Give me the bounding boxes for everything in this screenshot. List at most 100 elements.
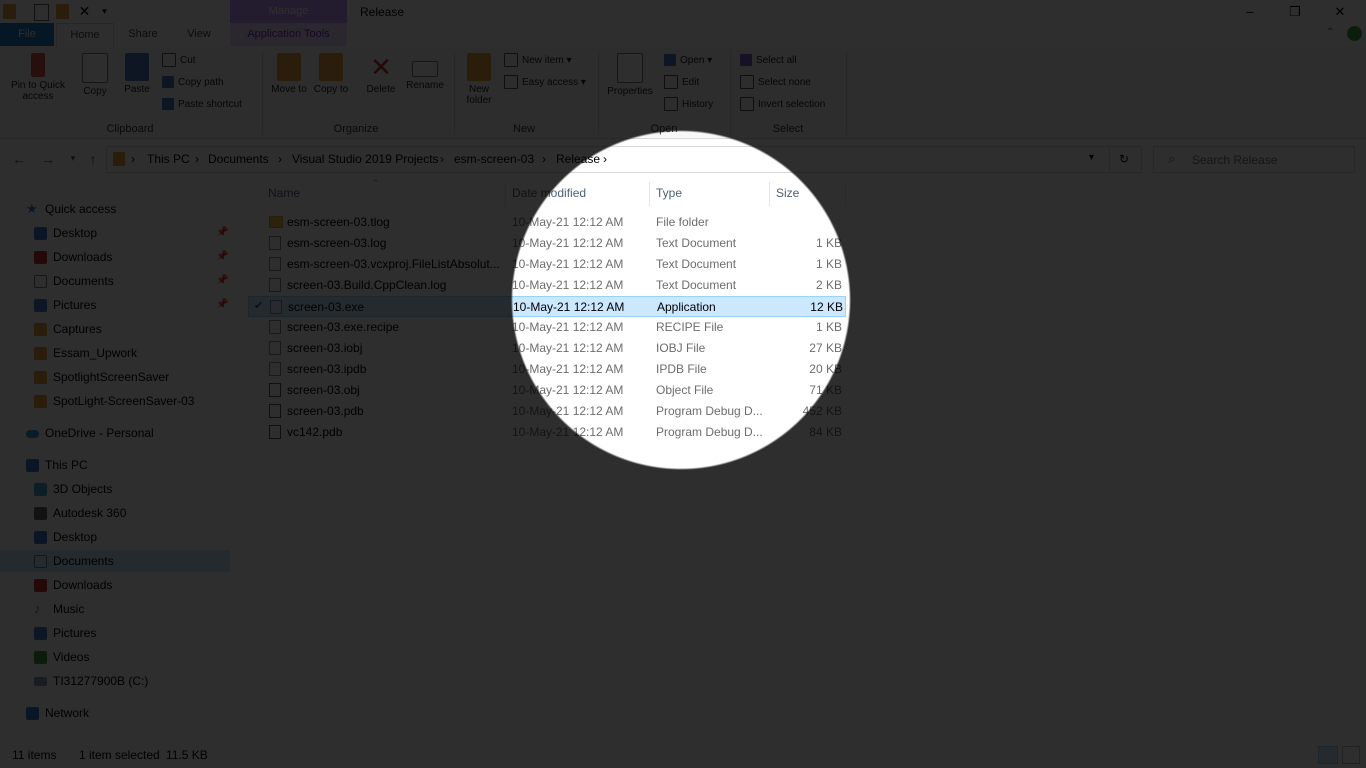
- tab-application-tools[interactable]: Application Tools: [230, 23, 347, 46]
- rename-button[interactable]: Rename: [402, 51, 448, 91]
- nav-quick-access[interactable]: ★ Quick access: [0, 198, 230, 220]
- tab-file[interactable]: File: [0, 23, 54, 46]
- nav-spotlight-screensaver[interactable]: SpotlightScreenSaver: [0, 366, 230, 388]
- list-item[interactable]: esm-screen-03.tlog 10-May-21 12:12 AM Fi…: [248, 212, 846, 233]
- list-item[interactable]: screen-03.ipdb 10-May-21 12:12 AM IPDB F…: [248, 359, 846, 380]
- new-folder-icon[interactable]: [56, 4, 69, 19]
- copy-path-icon: [162, 76, 174, 89]
- customize-qat-icon[interactable]: ▾: [98, 4, 111, 19]
- list-item[interactable]: esm-screen-03.vcxproj.FileListAbsolut...…: [248, 254, 846, 275]
- refresh-icon[interactable]: ↻: [1119, 152, 1129, 166]
- column-size[interactable]: Size: [776, 186, 799, 200]
- copy-to-button[interactable]: Copy to: [308, 51, 354, 95]
- nav-pictures[interactable]: Pictures 📌: [0, 294, 230, 316]
- nav-desktop[interactable]: Desktop 📌: [0, 222, 230, 244]
- close-icon[interactable]: ✕: [78, 4, 91, 19]
- nav-network[interactable]: Network: [0, 702, 230, 724]
- paste-button[interactable]: Paste: [114, 51, 160, 95]
- file-type: Program Debug D...: [656, 425, 763, 439]
- forward-icon[interactable]: →: [39, 151, 57, 167]
- new-folder-button[interactable]: New folder: [456, 51, 502, 106]
- list-item[interactable]: screen-03.exe.recipe 10-May-21 12:12 AM …: [248, 317, 846, 338]
- list-item[interactable]: screen-03.iobj 10-May-21 12:12 AM IOBJ F…: [248, 338, 846, 359]
- list-item[interactable]: vc142.pdb 10-May-21 12:12 AM Program Deb…: [248, 422, 846, 443]
- delete-button[interactable]: ✕ Delete: [358, 51, 404, 95]
- easy-access-button[interactable]: Easy access ▾: [504, 75, 586, 91]
- search-input[interactable]: Search Release: [1192, 153, 1277, 167]
- minimize-button[interactable]: –: [1230, 2, 1270, 22]
- nav-3d-objects[interactable]: 3D Objects: [0, 478, 230, 500]
- cube-icon: [34, 483, 47, 496]
- nav-captures[interactable]: Captures: [0, 318, 230, 340]
- list-item[interactable]: screen-03.Build.CppClean.log 10-May-21 1…: [248, 275, 846, 296]
- up-icon[interactable]: ↑: [84, 151, 102, 167]
- paste-icon: [125, 53, 149, 81]
- nav-videos[interactable]: Videos: [0, 646, 230, 668]
- copy-path-button[interactable]: Copy path: [162, 75, 224, 91]
- nav-pc-desktop[interactable]: Desktop: [0, 526, 230, 548]
- nav-onedrive[interactable]: OneDrive - Personal: [0, 422, 230, 444]
- pdb-file-icon: [269, 425, 281, 439]
- nav-downloads[interactable]: Downloads 📌: [0, 246, 230, 268]
- nav-spotlight-screensaver-03[interactable]: SpotLight-ScreenSaver-03: [0, 390, 230, 412]
- nav-pc-documents[interactable]: Documents: [0, 550, 230, 572]
- list-item[interactable]: screen-03.obj 10-May-21 12:12 AM Object …: [248, 380, 846, 401]
- status-selected-size: 11.5 KB: [166, 748, 208, 762]
- column-name[interactable]: Name: [268, 186, 300, 200]
- address-bar[interactable]: › This PC › Documents › Visual Studio 20…: [106, 146, 1142, 173]
- list-item-selected[interactable]: ✔ screen-03.exe 10-May-21 12:12 AM Appli…: [248, 296, 846, 317]
- collapse-ribbon-icon[interactable]: ⌃: [1326, 27, 1334, 38]
- properties-icon[interactable]: [34, 4, 49, 21]
- nav-autodesk-360[interactable]: Autodesk 360: [0, 502, 230, 524]
- back-icon[interactable]: ←: [10, 151, 28, 167]
- nav-pc-downloads[interactable]: Downloads: [0, 574, 230, 596]
- nav-pc-pictures[interactable]: Pictures: [0, 622, 230, 644]
- large-icons-view-icon[interactable]: [1342, 746, 1360, 764]
- breadcrumb-release[interactable]: Release: [556, 152, 600, 166]
- breadcrumb-documents[interactable]: Documents: [208, 152, 269, 166]
- file-type: Application: [657, 300, 716, 314]
- select-none-button[interactable]: Select none: [740, 75, 811, 91]
- nav-essam-upwork[interactable]: Essam_Upwork: [0, 342, 230, 364]
- breadcrumb-vs-projects[interactable]: Visual Studio 2019 Projects: [292, 152, 439, 166]
- nav-documents[interactable]: Documents 📌: [0, 270, 230, 292]
- list-item[interactable]: esm-screen-03.log 10-May-21 12:12 AM Tex…: [248, 233, 846, 254]
- tab-share[interactable]: Share: [118, 23, 168, 46]
- nav-music[interactable]: ♪ Music: [0, 598, 230, 620]
- nav-drive-c[interactable]: TI31277900B (C:): [0, 670, 230, 692]
- column-type[interactable]: Type: [656, 186, 682, 200]
- paste-shortcut-button[interactable]: Paste shortcut: [162, 97, 242, 113]
- file-type: Program Debug D...: [656, 404, 763, 418]
- list-item[interactable]: screen-03.pdb 10-May-21 12:12 AM Program…: [248, 401, 846, 422]
- details-view-icon[interactable]: [1318, 746, 1338, 764]
- checkbox-checked-icon[interactable]: ✔: [254, 299, 266, 313]
- column-date-modified[interactable]: Date modified: [512, 186, 586, 200]
- properties-button[interactable]: Properties: [604, 51, 656, 97]
- select-all-button[interactable]: Select all: [740, 53, 797, 69]
- close-window-button[interactable]: ✕: [1320, 2, 1360, 22]
- downloads-icon: [34, 579, 47, 592]
- file-icon: [269, 362, 281, 376]
- recent-locations-icon[interactable]: ▾: [64, 153, 82, 164]
- open-button[interactable]: Open ▾: [664, 53, 712, 69]
- tab-view[interactable]: View: [174, 23, 224, 46]
- help-icon[interactable]: [1347, 26, 1362, 41]
- cut-button[interactable]: Cut: [162, 53, 196, 69]
- copy-button[interactable]: Copy: [72, 51, 118, 97]
- restore-button[interactable]: ❐: [1275, 2, 1315, 22]
- pin-quick-access-button[interactable]: Pin to Quick access: [8, 51, 68, 102]
- move-to-button[interactable]: Move to: [266, 51, 312, 95]
- manage-tab[interactable]: Manage: [230, 0, 347, 23]
- search-box[interactable]: ⌕ Search Release: [1153, 146, 1355, 173]
- edit-button[interactable]: Edit: [664, 75, 699, 91]
- copy-to-icon: [319, 53, 343, 81]
- tab-home[interactable]: Home: [56, 23, 114, 48]
- address-dropdown-icon[interactable]: ▾: [1089, 152, 1094, 163]
- breadcrumb-this-pc[interactable]: This PC: [147, 152, 190, 166]
- breadcrumb-esm-screen-03[interactable]: esm-screen-03: [454, 152, 534, 166]
- new-item-button[interactable]: New item ▾: [504, 53, 572, 69]
- history-button[interactable]: History: [664, 97, 713, 113]
- invert-selection-button[interactable]: Invert selection: [740, 97, 825, 113]
- cloud-icon: [26, 430, 39, 438]
- nav-this-pc[interactable]: This PC: [0, 454, 230, 476]
